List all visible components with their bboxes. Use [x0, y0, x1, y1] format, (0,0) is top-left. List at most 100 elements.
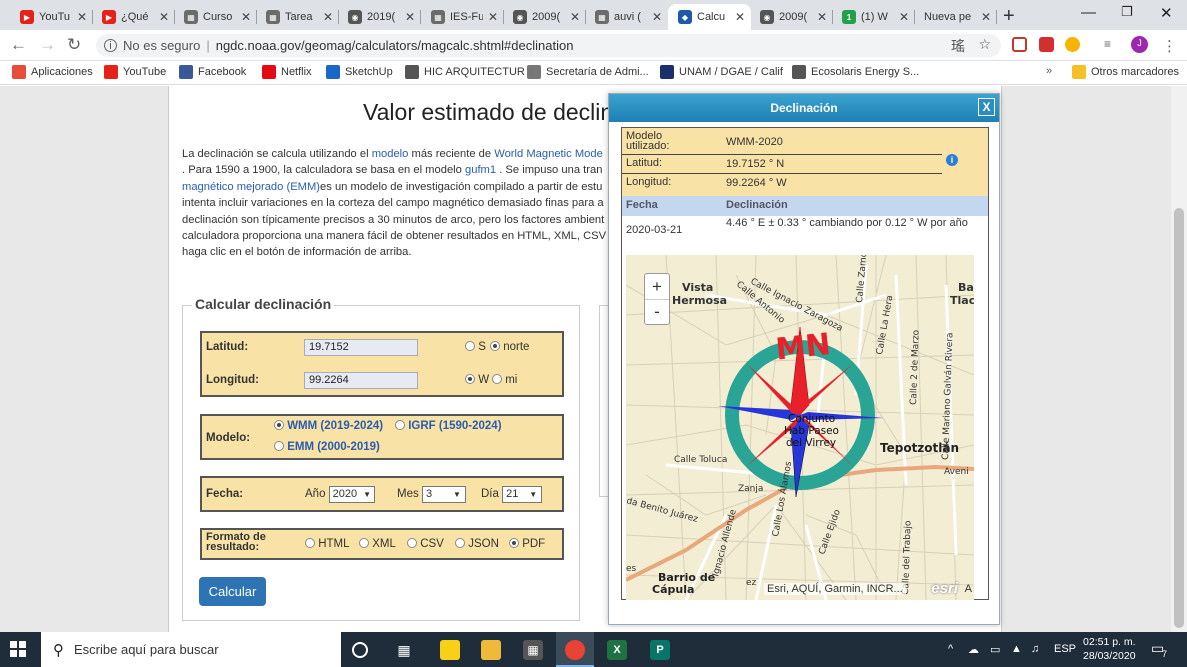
- longitude-w-option[interactable]: W: [465, 374, 489, 386]
- tab-close-icon[interactable]: ✕: [570, 10, 580, 24]
- longitude-input[interactable]: 99.2264: [304, 372, 418, 389]
- intro-link[interactable]: gufm1: [465, 164, 496, 176]
- profile-avatar[interactable]: J: [1131, 36, 1148, 53]
- tab-close-icon[interactable]: ✕: [77, 10, 87, 24]
- acrobat-icon[interactable]: [1039, 37, 1054, 52]
- model-emm-option[interactable]: EMM (2000-2019): [274, 441, 380, 453]
- tab-3[interactable]: ▦ Tarea ✕: [256, 4, 339, 30]
- tab-1[interactable]: ▶ ¿Qué ✕: [92, 4, 175, 30]
- format-option-xml[interactable]: XML: [359, 538, 396, 550]
- chrome-icon[interactable]: [565, 640, 585, 660]
- task-view-icon[interactable]: ▦: [394, 640, 414, 660]
- tab-close-icon[interactable]: ✕: [488, 10, 498, 24]
- sticky-notes-icon[interactable]: [440, 640, 460, 660]
- menu-icon[interactable]: ⋮: [1162, 37, 1177, 55]
- map-attribution[interactable]: Esri, AQUÍ, Garmin, INCR...: [764, 583, 906, 595]
- model-wmm-option[interactable]: WMM (2019-2024): [274, 420, 383, 432]
- info-icon[interactable]: i: [946, 154, 958, 166]
- new-tab-button[interactable]: +: [1003, 5, 1015, 28]
- year-select[interactable]: 2020 ▼: [328, 486, 376, 503]
- latitude-input[interactable]: 19.7152: [304, 339, 418, 356]
- tab-7[interactable]: ▦ auvi (✕: [585, 4, 668, 30]
- scrollbar-thumb[interactable]: [1174, 208, 1184, 628]
- tab-6[interactable]: ◉ 2009(✕: [503, 4, 586, 30]
- extension-icon[interactable]: [1012, 37, 1027, 52]
- tab-close-icon[interactable]: ✕: [899, 10, 909, 24]
- zoom-in-button[interactable]: +: [645, 274, 669, 299]
- address-bar[interactable]: i No es seguro | ngdc.noaa.gov/geomag/ca…: [96, 34, 1001, 57]
- calculator-icon[interactable]: ▦: [523, 640, 543, 660]
- bookmark-item[interactable]: Netflix: [262, 65, 312, 79]
- radio-icon[interactable]: [509, 538, 519, 548]
- calculate-button[interactable]: Calcular: [199, 577, 266, 606]
- other-bookmarks[interactable]: Otros marcadores: [1072, 65, 1179, 79]
- close-button[interactable]: X: [978, 98, 995, 116]
- project-icon[interactable]: P: [650, 640, 670, 660]
- tray-app-icon[interactable]: ▭: [990, 643, 1000, 656]
- format-option-json[interactable]: JSON: [455, 538, 499, 550]
- excel-icon[interactable]: X: [607, 640, 627, 660]
- tab-close-icon[interactable]: ✕: [405, 10, 415, 24]
- tab-close-icon[interactable]: ✕: [652, 10, 662, 24]
- zoom-out-button[interactable]: -: [645, 299, 669, 324]
- radio-icon[interactable]: [465, 341, 475, 351]
- tab-0[interactable]: ▶ YouTu ✕: [10, 4, 93, 30]
- radio-icon[interactable]: [274, 441, 284, 451]
- format-option-html[interactable]: HTML: [305, 538, 350, 550]
- network-icon[interactable]: ▲: [1011, 643, 1022, 655]
- bookmark-item[interactable]: SketchUp: [326, 65, 393, 79]
- intro-link[interactable]: modelo: [372, 148, 409, 160]
- maximize-button[interactable]: ❐: [1121, 4, 1133, 20]
- language-indicator[interactable]: ESP: [1054, 643, 1076, 655]
- clock[interactable]: 02:51 p. m. 28/03/2020: [1083, 635, 1136, 663]
- radio-icon[interactable]: [492, 374, 502, 384]
- radio-icon[interactable]: [455, 538, 465, 548]
- minimize-button[interactable]: —: [1081, 4, 1096, 21]
- file-explorer-icon[interactable]: [481, 640, 501, 660]
- windows-start-icon[interactable]: [10, 641, 26, 657]
- map[interactable]: MN Vista Hermosa Ba Tlac Calle Ignacio Z…: [626, 255, 974, 600]
- reload-icon[interactable]: ↻: [67, 35, 81, 55]
- tab-close-icon[interactable]: ✕: [735, 10, 745, 24]
- cortana-icon[interactable]: [352, 642, 368, 658]
- onedrive-icon[interactable]: ☁: [968, 643, 979, 656]
- model-igrf-option[interactable]: IGRF (1590-2024): [395, 420, 502, 432]
- info-icon[interactable]: i: [104, 39, 117, 52]
- translate-icon[interactable]: 瑤: [951, 36, 965, 56]
- month-select[interactable]: 3 ▼: [421, 486, 466, 503]
- tab-11[interactable]: Nueva pe ✕: [914, 4, 997, 30]
- radio-icon[interactable]: [407, 538, 417, 548]
- volume-icon[interactable]: ♫: [1031, 643, 1039, 655]
- tab-close-icon[interactable]: ✕: [241, 10, 251, 24]
- radio-icon[interactable]: [359, 538, 369, 548]
- tab-10[interactable]: 1 (1) W ✕: [832, 4, 915, 30]
- tab-close-icon[interactable]: ✕: [323, 10, 333, 24]
- radio-icon[interactable]: [274, 420, 284, 430]
- bookmark-star-icon[interactable]: ☆: [978, 36, 991, 53]
- tab-2[interactable]: ▦ Curso ✕: [174, 4, 257, 30]
- back-icon[interactable]: ←: [10, 35, 27, 55]
- tab-close-icon[interactable]: ✕: [817, 10, 827, 24]
- tab-8[interactable]: ◆ Calcu ✕: [668, 4, 751, 30]
- format-option-pdf[interactable]: PDF: [509, 538, 545, 550]
- bookmark-item[interactable]: YouTube: [104, 65, 166, 79]
- bookmark-item[interactable]: UNAM / DGAE / Calif: [660, 65, 783, 79]
- format-option-csv[interactable]: CSV: [407, 538, 444, 550]
- radio-icon[interactable]: [465, 374, 475, 384]
- intro-link[interactable]: magnético mejorado (EMM): [182, 181, 320, 193]
- forward-icon[interactable]: →: [39, 35, 56, 55]
- intro-link[interactable]: World Magnetic Mode: [494, 148, 603, 160]
- tab-close-icon[interactable]: ✕: [159, 10, 169, 24]
- page-scrollbar[interactable]: [1171, 86, 1187, 632]
- tab-9[interactable]: ◉ 2009(✕: [750, 4, 833, 30]
- bookmarks-overflow-icon[interactable]: »: [1046, 65, 1052, 77]
- day-select[interactable]: 21 ▼: [502, 486, 543, 503]
- tab-close-icon[interactable]: ✕: [981, 10, 991, 24]
- radio-icon[interactable]: [395, 420, 405, 430]
- bookmark-item[interactable]: Secretaría de Admi...: [527, 65, 649, 79]
- reading-list-icon[interactable]: ≡: [1104, 37, 1119, 52]
- latitude-north-option[interactable]: norte: [490, 341, 529, 353]
- bookmark-item[interactable]: HIC ARQUITECTUR: [405, 65, 525, 79]
- close-window-button[interactable]: ✕: [1160, 4, 1173, 22]
- longitude-e-option[interactable]: mi: [492, 374, 517, 386]
